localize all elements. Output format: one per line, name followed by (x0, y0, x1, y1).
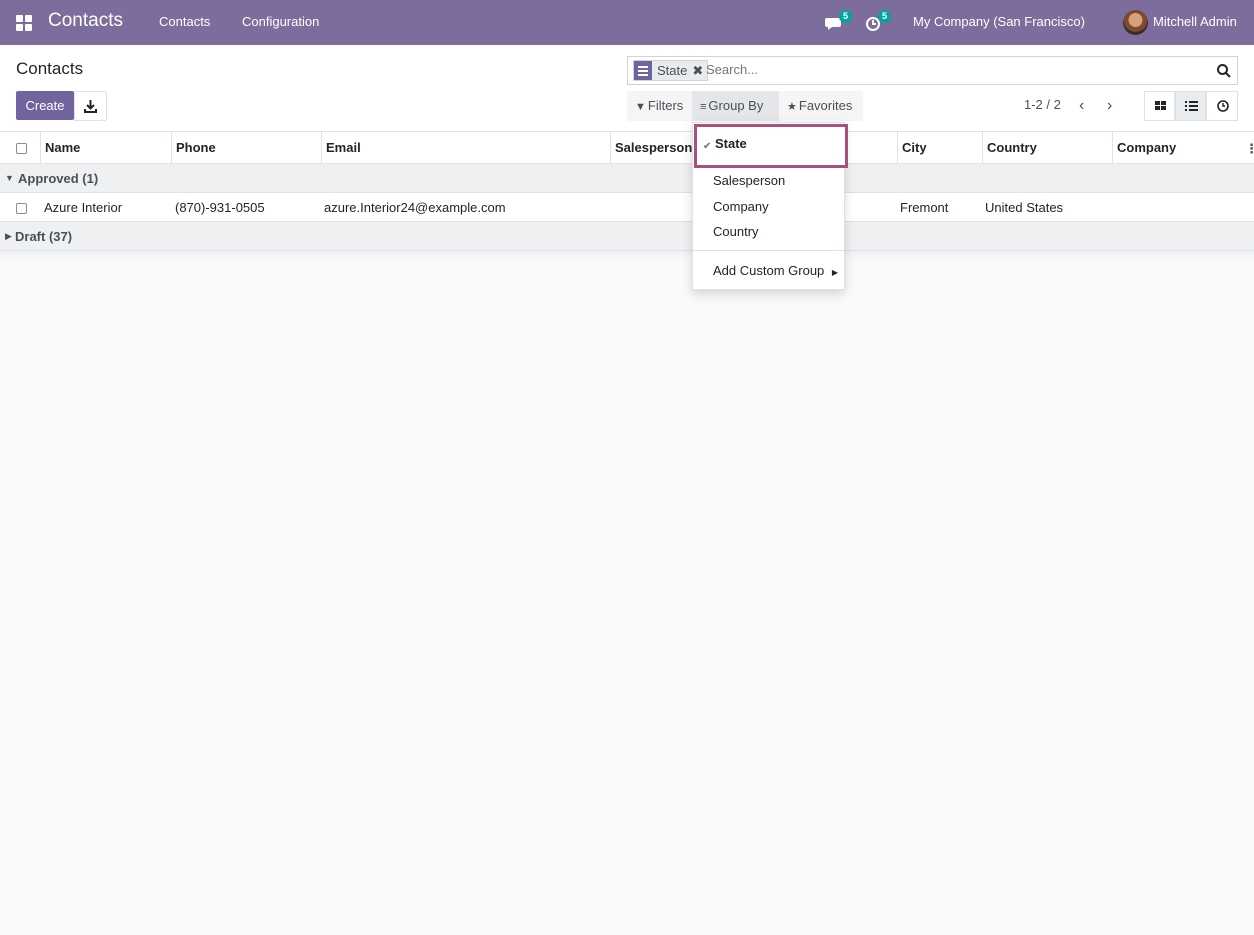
optional-columns-icon[interactable]: ⋮ (1245, 141, 1254, 157)
cell-name: Azure Interior (44, 200, 123, 215)
search-input[interactable] (706, 62, 1206, 77)
messages-icon[interactable]: 5 (825, 10, 852, 32)
pager-value[interactable]: 1-2 / 2 (1024, 97, 1061, 112)
favorites-button[interactable]: ★ Favorites (779, 91, 863, 121)
list-icon (1185, 101, 1198, 111)
select-all-checkbox[interactable] (16, 143, 27, 154)
list-footer (0, 251, 1254, 262)
user-menu[interactable]: Mitchell Admin (1153, 14, 1237, 29)
column-company[interactable]: Company (1112, 132, 1254, 164)
group-label: Approved (1) (18, 171, 99, 186)
clock-icon (1217, 100, 1229, 112)
apps-menu-icon[interactable] (16, 15, 32, 31)
facet-label: State (657, 63, 688, 78)
cell-country: United States (985, 200, 1064, 215)
search-facet-state: State ✖ (633, 60, 709, 81)
filter-icon: ▼ (635, 101, 646, 113)
groupby-option-company[interactable]: Company (713, 199, 769, 214)
pager-next-icon[interactable]: › (1107, 97, 1112, 115)
column-phone[interactable]: Phone (171, 132, 321, 164)
menu-contacts[interactable]: Contacts (159, 14, 210, 29)
caret-right-icon: ▶ (831, 268, 839, 277)
search-icon[interactable] (1216, 63, 1232, 79)
groupby-dropdown: ✔ State Salesperson Company Country Add … (692, 122, 848, 290)
group-label: Draft (37) (15, 229, 73, 244)
column-name[interactable]: Name (40, 132, 171, 164)
activities-badge: 5 (878, 10, 891, 23)
company-switcher[interactable]: My Company (San Francisco) (913, 14, 1085, 29)
top-navbar: Contacts Contacts Configuration 5 5 My C… (0, 0, 1254, 45)
activities-icon[interactable]: 5 (864, 10, 891, 32)
caret-right-icon: ▶ (5, 231, 12, 241)
groupby-option-label: State (715, 136, 747, 151)
list-view-button[interactable] (1175, 91, 1206, 121)
cell-city: Fremont (900, 200, 949, 215)
user-avatar[interactable] (1123, 10, 1148, 35)
cell-phone: (870)-931-0505 (175, 200, 265, 215)
add-custom-group-toggle[interactable]: Add Custom Group ▶ (713, 263, 838, 278)
page-title: Contacts (16, 59, 84, 78)
groupby-option-salesperson[interactable]: Salesperson (713, 173, 785, 188)
column-email[interactable]: Email (321, 132, 610, 164)
dropdown-divider (693, 250, 844, 251)
messages-badge: 5 (839, 10, 852, 23)
filters-button[interactable]: ▼ Filters (627, 91, 692, 121)
create-button[interactable]: Create (16, 91, 74, 120)
app-brand[interactable]: Contacts (48, 10, 123, 32)
group-row-draft[interactable]: ▶ Draft (37) (0, 222, 1254, 251)
groupby-button[interactable]: ≡ Group By (692, 91, 779, 121)
download-icon (84, 100, 97, 113)
activity-view-button[interactable] (1206, 91, 1238, 121)
column-city[interactable]: City (897, 132, 982, 164)
column-country[interactable]: Country (982, 132, 1112, 164)
group-row-approved[interactable]: ▼ Approved (1) (0, 164, 1254, 193)
search-box[interactable]: State ✖ (627, 56, 1238, 85)
groupby-option-state[interactable]: ✔ State (694, 124, 848, 168)
groupby-facet-icon (634, 61, 652, 80)
table-row[interactable]: Azure Interior (870)-931-0505 azure.Inte… (0, 193, 1254, 222)
caret-down-icon: ▼ (5, 173, 14, 183)
pager-previous-icon[interactable]: ‹ (1079, 97, 1084, 115)
control-panel: Contacts Create State ✖ ▼Filters ≡Group … (0, 45, 1254, 132)
kanban-icon (1155, 101, 1166, 110)
kanban-view-button[interactable] (1144, 91, 1175, 121)
row-checkbox[interactable] (16, 203, 27, 214)
bars-icon: ≡ (700, 101, 707, 113)
cell-email: azure.Interior24@example.com (324, 200, 506, 215)
check-icon: ✔ (703, 141, 712, 152)
star-icon: ★ (787, 101, 797, 113)
list-header: Name Phone Email Salesperson City Countr… (0, 132, 1254, 164)
groupby-option-country[interactable]: Country (713, 224, 759, 239)
export-button[interactable] (74, 91, 107, 121)
menu-configuration[interactable]: Configuration (242, 14, 319, 29)
